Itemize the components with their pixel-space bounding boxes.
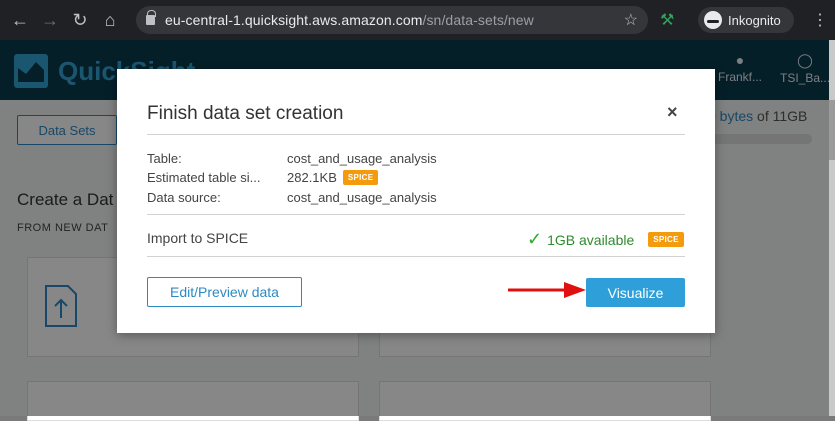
spice-badge: SPICE <box>648 232 684 247</box>
address-bar[interactable]: eu-central-1.quicksight.aws.amazon.com/s… <box>136 6 648 34</box>
edit-preview-button[interactable]: Edit/Preview data <box>147 277 302 307</box>
checkmark-icon: ✓ <box>527 229 543 249</box>
bookmark-star-icon[interactable]: ☆ <box>624 10 638 30</box>
red-arrow-annotation <box>508 282 586 298</box>
url-text: eu-central-1.quicksight.aws.amazon.com/s… <box>165 12 534 28</box>
estimated-size-value: 282.1KB SPICE <box>287 170 379 185</box>
lock-icon <box>146 10 156 25</box>
browser-menu-icon[interactable]: ⋮ <box>812 10 828 30</box>
incognito-badge[interactable]: Inkognito <box>698 7 794 33</box>
incognito-icon <box>704 11 722 29</box>
divider <box>147 134 685 135</box>
data-source-label: Data source: <box>147 190 221 205</box>
extension-icon[interactable]: ⚒ <box>660 10 678 29</box>
visualize-button[interactable]: Visualize <box>586 278 685 307</box>
home-icon[interactable]: ⌂ <box>100 10 120 30</box>
estimated-size-label: Estimated table si... <box>147 170 261 185</box>
forward-icon[interactable]: → <box>40 10 60 30</box>
table-value: cost_and_usage_analysis <box>287 151 437 166</box>
finish-dataset-dialog: Finish data set creation × Table: cost_a… <box>117 69 715 333</box>
back-icon[interactable]: ← <box>10 10 30 30</box>
reload-icon[interactable]: ↻ <box>70 10 90 30</box>
data-source-value: cost_and_usage_analysis <box>287 190 437 205</box>
available-text: 1GB available <box>547 231 635 248</box>
browser-toolbar: ← → ↻ ⌂ eu-central-1.quicksight.aws.amaz… <box>0 0 835 40</box>
divider <box>147 214 685 215</box>
table-label: Table: <box>147 151 182 166</box>
spice-availability: ✓ 1GB available SPICE <box>527 229 684 250</box>
scrollbar-track[interactable] <box>829 40 835 416</box>
spice-badge: SPICE <box>342 170 379 185</box>
import-spice-label: Import to SPICE <box>147 230 249 246</box>
close-icon[interactable]: × <box>667 102 678 123</box>
dialog-title: Finish data set creation <box>147 103 344 124</box>
incognito-label: Inkognito <box>728 12 781 28</box>
divider <box>147 256 685 257</box>
scrollbar-thumb[interactable] <box>829 100 835 160</box>
